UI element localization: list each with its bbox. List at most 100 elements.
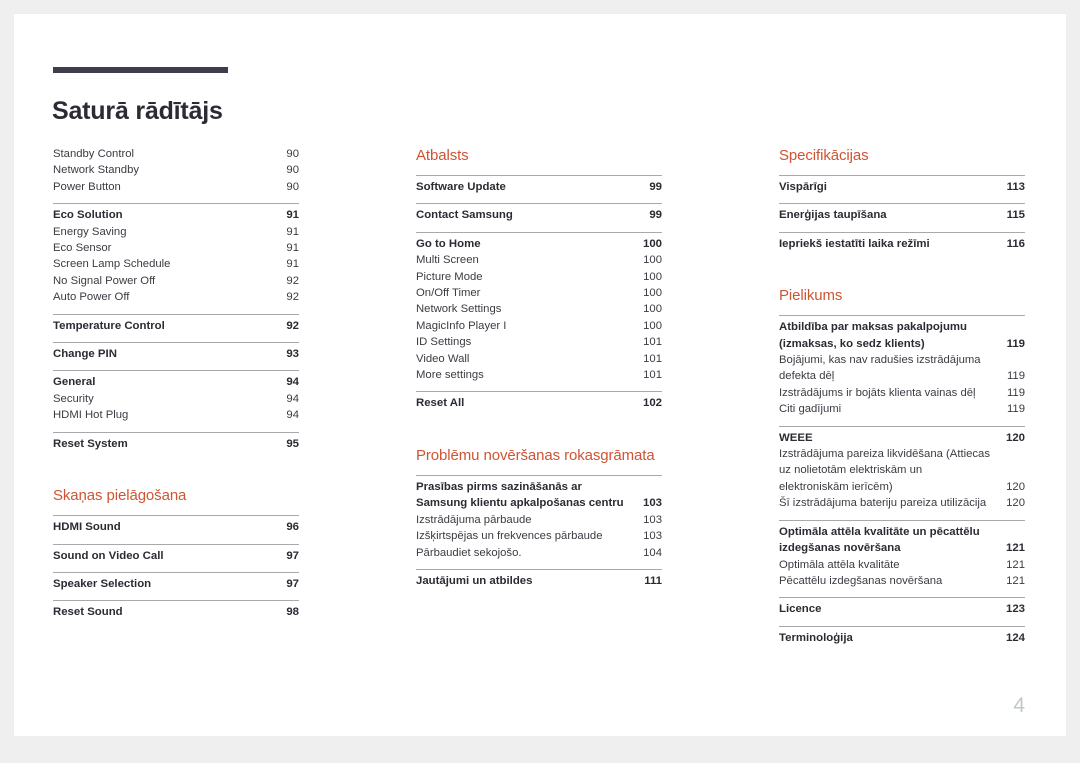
toc-entry[interactable]: Temperature Control 92	[53, 318, 299, 334]
toc-entry[interactable]: Power Button 90	[53, 179, 299, 195]
toc-entry[interactable]: Reset Sound 98	[53, 604, 299, 620]
toc-entry[interactable]: On/Off Timer 100	[416, 285, 662, 301]
toc-entry-label: Citi gadījumi	[779, 403, 842, 416]
toc-group: Reset All 102	[416, 391, 662, 411]
toc-entry-page: 99	[649, 209, 662, 222]
toc-entry-page: 115	[1006, 209, 1025, 222]
toc-entry-label: On/Off Timer	[416, 287, 481, 300]
toc-entry[interactable]: Speaker Selection 97	[53, 576, 299, 592]
toc-entry[interactable]: Contact Samsung 99	[416, 207, 662, 223]
toc-entry[interactable]: No Signal Power Off 92	[53, 273, 299, 289]
toc-entry-page: 119	[1006, 337, 1025, 350]
toc-entry[interactable]: Pārbaudiet sekojošo. 104	[416, 545, 662, 561]
toc-group: Jautājumi un atbildes 111	[416, 568, 662, 589]
toc-entry[interactable]: Šī izstrādājuma bateriju pareiza utilizā…	[779, 495, 1025, 511]
toc-entry[interactable]: Bojājumi, kas nav radušies izstrādājuma …	[779, 352, 1025, 385]
toc-entry-label: Go to Home	[416, 237, 481, 250]
toc-entry-label: More settings	[416, 369, 484, 382]
toc-entry-page: 92	[286, 291, 299, 304]
toc-entry[interactable]: HDMI Sound 96	[53, 519, 299, 535]
toc-entry[interactable]: Reset All 102	[416, 395, 662, 411]
toc-entry[interactable]: Terminoloģija 124	[779, 630, 1025, 646]
toc-entry-page: 95	[286, 437, 299, 450]
toc-entry-page: 94	[286, 409, 299, 422]
toc-entry[interactable]: Security 94	[53, 391, 299, 407]
toc-entry[interactable]: Licence 123	[779, 601, 1025, 617]
toc-entry[interactable]: Reset System 95	[53, 436, 299, 452]
toc-group: HDMI Sound 96	[53, 515, 299, 535]
toc-entry-label: HDMI Sound	[53, 521, 121, 534]
toc-entry[interactable]: Prasības pirms sazināšanās ar Samsung kl…	[416, 479, 662, 512]
toc-entry[interactable]: Network Standby 90	[53, 162, 299, 178]
toc-entry-page: 120	[1006, 497, 1025, 510]
toc-entry[interactable]: HDMI Hot Plug 94	[53, 407, 299, 423]
toc-entry[interactable]: Jautājumi un atbildes 111	[416, 573, 662, 589]
toc-entry-page: 97	[286, 577, 299, 590]
toc-entry-page: 94	[286, 392, 299, 405]
toc-entry[interactable]: Auto Power Off 92	[53, 289, 299, 305]
toc-entry-label: HDMI Hot Plug	[53, 409, 129, 422]
toc-entry[interactable]: Vispārīgi 113	[779, 179, 1025, 195]
toc-entry[interactable]: Network Settings 100	[416, 301, 662, 317]
toc-group: Change PIN 93	[53, 342, 299, 362]
toc-entry[interactable]: Video Wall 101	[416, 351, 662, 367]
section-heading: Skaņas pielāgošana	[53, 487, 187, 505]
toc-entry-page: 103	[642, 497, 662, 510]
toc-entry-label: Change PIN	[53, 348, 117, 361]
toc-group: Vispārīgi 113	[779, 175, 1025, 195]
toc-group: Reset System 95	[53, 431, 299, 452]
toc-entry[interactable]: Change PIN 93	[53, 346, 299, 362]
toc-entry-page: 92	[286, 319, 299, 332]
toc-entry[interactable]: Standby Control 90	[53, 146, 299, 162]
toc-entry[interactable]: Atbildība par maksas pakalpojumu (izmaks…	[779, 319, 1025, 352]
toc-entry[interactable]: Citi gadījumi 119	[779, 401, 1025, 417]
toc-entry[interactable]: ID Settings 101	[416, 334, 662, 350]
toc-entry[interactable]: WEEE 120	[779, 430, 1025, 446]
toc-entry[interactable]: Izstrādājums ir bojāts klienta vainas dē…	[779, 385, 1025, 401]
toc-section: Problēmu novēršanas rokasgrāmata Prasības…	[416, 446, 662, 589]
toc-entry[interactable]: Eco Sensor 91	[53, 240, 299, 256]
toc-entry[interactable]: Eco Solution 91	[53, 207, 299, 223]
toc-entry[interactable]: Picture Mode 100	[416, 269, 662, 285]
toc-entry-label: Software Update	[416, 181, 506, 193]
toc-entry-page: 121	[1006, 574, 1025, 587]
toc-entry-page: 113	[1006, 181, 1025, 193]
toc-entry-label: Prasības pirms sazināšanās ar Samsung kl…	[416, 480, 624, 510]
toc-entry-page: 96	[286, 521, 299, 534]
toc-entry[interactable]: Enerģijas taupīšana 115	[779, 207, 1025, 223]
toc-entry-page: 91	[286, 258, 299, 271]
toc-entry-page: 123	[1005, 603, 1025, 616]
toc-entry[interactable]: Screen Lamp Schedule 91	[53, 256, 299, 272]
toc-entry[interactable]: Izstrādājuma pareiza likvidēšana (Attiec…	[779, 446, 1025, 495]
toc-entry-label: Reset System	[53, 437, 128, 450]
section-heading: Problēmu novēršanas rokasgrāmata	[416, 446, 655, 464]
toc-entry-page: 90	[286, 164, 299, 177]
toc-entry-label: Šī izstrādājuma bateriju pareiza utilizā…	[779, 497, 987, 510]
toc-entry[interactable]: Optimāla attēla kvalitāte 121	[779, 557, 1025, 573]
toc-entry-page: 90	[286, 148, 299, 160]
title-rule	[53, 67, 228, 73]
toc-entry[interactable]: Izstrādājuma pārbaude 103	[416, 512, 662, 528]
toc-entry[interactable]: Optimāla attēla kvalitāte un pēcattēlu i…	[779, 524, 1025, 557]
toc-entry[interactable]: Sound on Video Call 97	[53, 548, 299, 564]
toc-entry-page: 100	[642, 237, 662, 250]
toc-entry[interactable]: Pēcattēlu izdegšanas novēršana 121	[779, 573, 1025, 589]
toc-section: Skaņas pielāgošana HDMI Sound 96 Sound on V…	[53, 486, 299, 621]
toc-entry-page: 119	[1006, 370, 1025, 383]
toc-entry-page: 90	[286, 180, 299, 193]
toc-entry[interactable]: Software Update 99	[416, 179, 662, 195]
document-page: Saturā rādītājs Standby Control 90 Network…	[14, 14, 1066, 736]
toc-entry-page: 103	[643, 530, 662, 543]
toc-entry[interactable]: General 94	[53, 374, 299, 390]
toc-entry-label: Picture Mode	[416, 270, 483, 283]
toc-entry-page: 92	[286, 274, 299, 287]
toc-entry[interactable]: More settings 101	[416, 367, 662, 383]
toc-entry[interactable]: MagicInfo Player I 100	[416, 318, 662, 334]
toc-entry[interactable]: Iepriekš iestatīti laika režīmi 116	[779, 236, 1025, 252]
toc-entry[interactable]: Go to Home 100	[416, 236, 662, 252]
toc-entry[interactable]: Energy Saving 91	[53, 224, 299, 240]
toc-entry-page: 91	[286, 242, 299, 255]
section-heading: Specifikācijas	[779, 147, 869, 164]
toc-entry[interactable]: Multi Screen 100	[416, 252, 662, 268]
toc-entry[interactable]: Izšķirtspējas un frekvences pārbaude 103	[416, 528, 662, 544]
